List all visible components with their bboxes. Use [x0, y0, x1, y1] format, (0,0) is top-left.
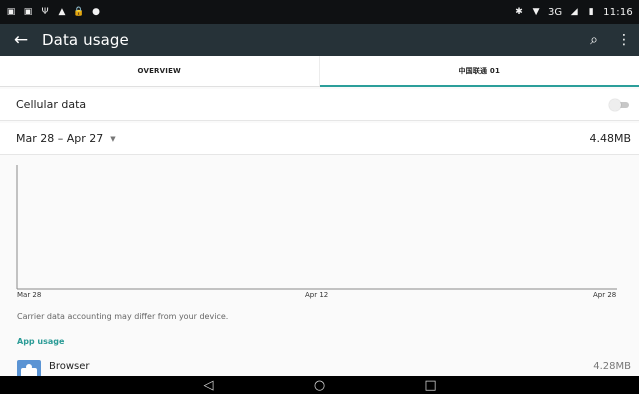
date-range-usage: 4.48MB [589, 132, 631, 145]
status-right-icons: ✱ ▼ 3G ◢ ▮ 11:16 [514, 7, 633, 18]
chart-label-start: Mar 28 [17, 291, 42, 299]
battery-icon: ▮ [588, 7, 594, 17]
cellular-data-label: Cellular data [16, 98, 87, 111]
location-icon: ● [92, 7, 100, 17]
app-data-size: 4.28MB [593, 361, 631, 372]
back-triangle-icon: ◁ [203, 377, 214, 393]
usage-chart[interactable] [0, 155, 639, 290]
tab-bar: OVERVIEW 中国联通 01 [0, 56, 639, 87]
more-vert-icon: ⋮ [617, 32, 631, 48]
app-usage-header: App usage [17, 337, 65, 346]
app-usage-item-browser[interactable]: Browser 4.28MB [0, 357, 639, 384]
status-left-icons: ▣ ▣ Ψ ▲ 🔒 ● [6, 7, 101, 17]
date-range-row[interactable]: Mar 28 – Apr 27 ▼ 4.48MB [0, 123, 639, 155]
search-icon: ⌕ [590, 32, 598, 48]
home-circle-icon: ○ [313, 377, 326, 393]
carrier-disclaimer: Carrier data accounting may differ from … [17, 312, 229, 321]
dropdown-arrow-icon: ▼ [110, 134, 116, 143]
tab-sim-card[interactable]: 中国联通 01 [319, 56, 639, 87]
app-toolbar: ← Data usage ⌕ ⋮ [0, 24, 639, 56]
lock-icon: 🔒 [73, 7, 85, 17]
more-options-button[interactable]: ⋮ [609, 24, 639, 56]
photo-icon: ▣ [6, 7, 16, 17]
app-name: Browser [49, 361, 90, 372]
status-time: 11:16 [603, 6, 633, 18]
usb-icon: Ψ [41, 7, 49, 17]
signal-icon: ◢ [570, 7, 578, 17]
cellular-data-row[interactable]: Cellular data [0, 89, 639, 121]
wifi-icon: ▼ [532, 7, 540, 17]
navigation-bar: ◁ ○ □ [0, 376, 639, 394]
status-bar: ▣ ▣ Ψ ▲ 🔒 ● ✱ ▼ 3G ◢ ▮ 11:16 [0, 0, 639, 24]
date-range-dropdown[interactable]: Mar 28 – Apr 27 ▼ [16, 132, 116, 145]
chart-label-middle: Apr 12 [305, 291, 329, 299]
tab-overview[interactable]: OVERVIEW [0, 56, 320, 86]
bluetooth-icon: ✱ [515, 7, 523, 17]
recents-square-icon: □ [424, 377, 437, 393]
chart-label-end: Apr 28 [593, 291, 617, 299]
network-type: 3G [548, 6, 563, 18]
back-button[interactable]: ← [0, 24, 42, 56]
toggle-thumb [609, 98, 621, 111]
page-title: Data usage [42, 31, 129, 49]
photo-icon: ▣ [23, 7, 33, 17]
usage-chart-canvas [16, 165, 617, 290]
nav-back-button[interactable]: ◁ [199, 376, 219, 394]
nav-recents-button[interactable]: □ [421, 376, 441, 394]
arrow-left-icon: ← [13, 30, 29, 50]
warning-icon: ▲ [58, 7, 66, 17]
date-range-label: Mar 28 – Apr 27 [16, 132, 104, 145]
search-button[interactable]: ⌕ [579, 24, 609, 56]
toolbar-actions: ⌕ ⋮ [579, 24, 639, 56]
nav-home-button[interactable]: ○ [310, 376, 330, 394]
cellular-data-toggle[interactable] [609, 98, 631, 111]
